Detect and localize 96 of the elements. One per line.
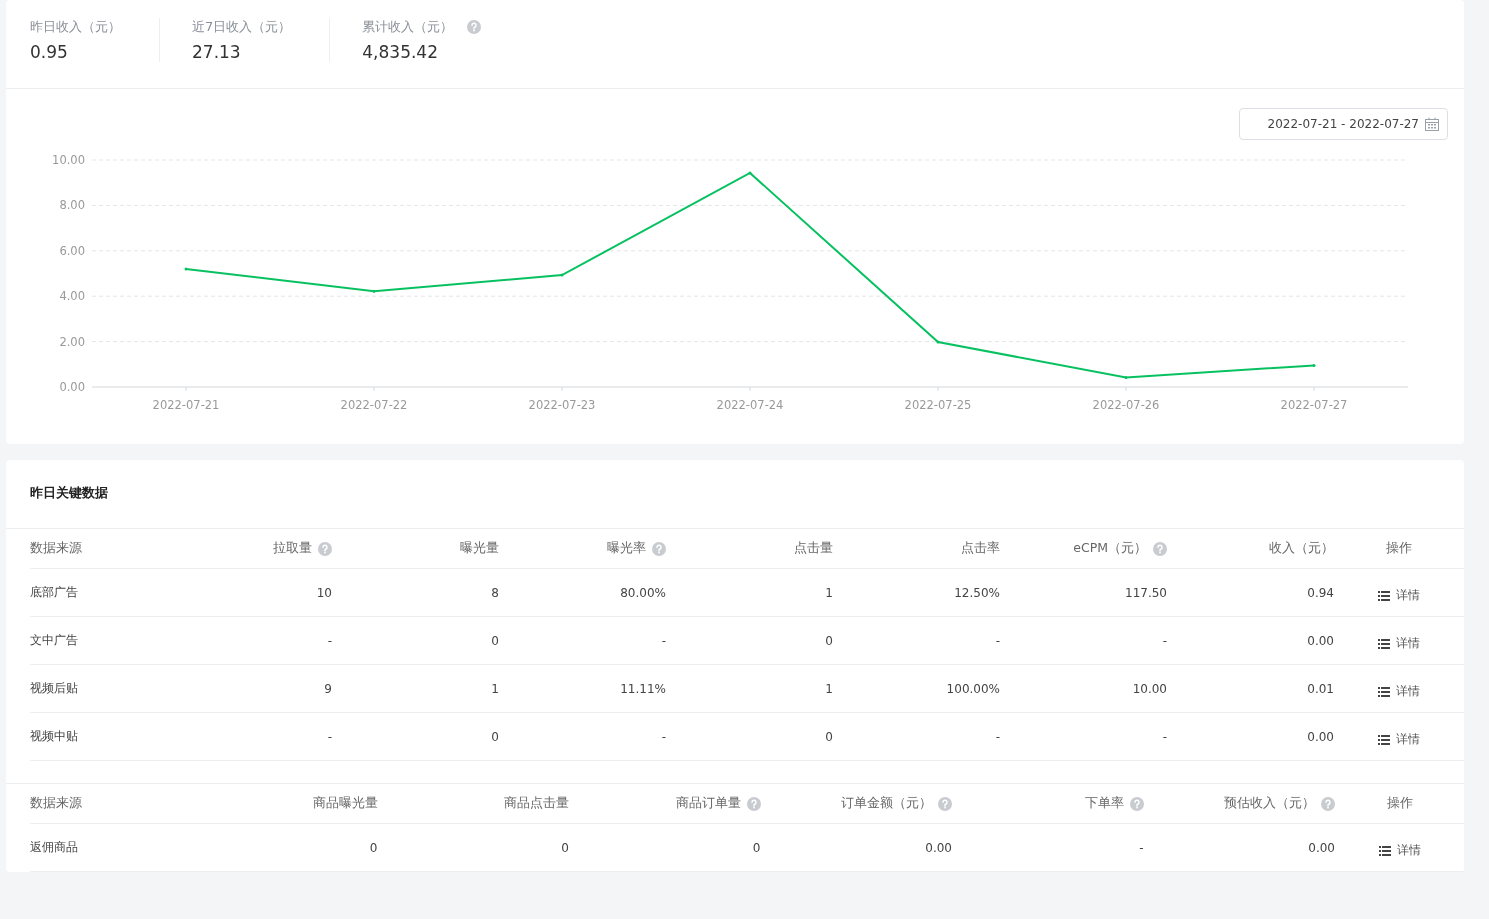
x-tick-label: 2022-07-26 (1092, 398, 1160, 412)
details-link[interactable]: 详情 (1378, 731, 1420, 748)
y-tick-label: 2.00 (59, 334, 85, 349)
header-text: 数据来源 (30, 795, 82, 812)
header-text: eCPM（元） (1073, 540, 1147, 557)
header-text: 曝光率 (607, 540, 646, 557)
list-icon (1378, 734, 1390, 745)
table-cell: 0 (666, 713, 833, 761)
help-icon[interactable] (467, 20, 482, 34)
details-link[interactable]: 详情 (1378, 683, 1420, 700)
stat-label: 累计收入（元） (362, 18, 454, 36)
table-cell: 视频中贴 (30, 713, 165, 761)
help-icon[interactable] (318, 541, 332, 556)
table-cell: 返佣商品 (30, 824, 186, 872)
y-tick-label: 0.00 (59, 380, 85, 394)
help-icon[interactable] (1129, 796, 1144, 811)
table-cell: 0.94 (1167, 569, 1334, 617)
table-cell: 80.00% (499, 569, 666, 617)
header-text: 商品点击量 (504, 795, 569, 812)
stat-label: 近7日收入（元） (192, 18, 292, 36)
header-text: 收入（元） (1269, 540, 1334, 557)
table-cell: - (1000, 617, 1167, 665)
table-cell: - (499, 617, 666, 665)
header-text: 商品曝光量 (312, 795, 378, 812)
x-tick-label: 2022-07-22 (340, 398, 408, 412)
table-cell: - (165, 617, 332, 665)
help-icon[interactable] (938, 796, 952, 811)
header-text: 商品订单量 (675, 795, 741, 812)
header-text: 操作 (1386, 795, 1413, 812)
stat-value: 27.13 (192, 42, 242, 62)
table-cell: 0.00 (1167, 617, 1334, 665)
x-tick-label: 2022-07-21 (152, 398, 220, 412)
header-text: 操作 (1386, 540, 1412, 557)
table-cell: 8 (332, 569, 499, 617)
table-cell: 1 (666, 569, 833, 617)
table-cell: - (499, 713, 666, 761)
table-cell: 0.00 (760, 824, 952, 872)
table-cell: 100.00% (833, 665, 1000, 713)
section-title: 昨日关键数据 (29, 484, 109, 502)
table-cell: 视频后贴 (30, 665, 165, 713)
x-tick-label: 2022-07-25 (904, 398, 972, 412)
header-text: 拉取量 (273, 540, 312, 557)
table-cell: - (833, 617, 1000, 665)
table-cell: 10.00 (1000, 665, 1167, 713)
header-text: 订单金额（元） (841, 795, 932, 812)
table-cell: 0 (332, 617, 499, 665)
table-cell: - (952, 824, 1144, 872)
list-icon (1378, 638, 1390, 649)
table-cell: 0.00 (1167, 713, 1334, 761)
help-icon[interactable] (746, 796, 761, 811)
y-tick-label: 10.00 (52, 153, 85, 167)
x-tick-label: 2022-07-23 (528, 398, 596, 412)
calendar-icon (1425, 117, 1439, 131)
table-cell: - (165, 713, 332, 761)
table-cell: 10 (165, 569, 332, 617)
table-cell: 0.00 (1143, 824, 1335, 872)
table-cell: 9 (165, 665, 332, 713)
table-cell: 文中广告 (30, 617, 165, 665)
x-tick-label: 2022-07-27 (1280, 398, 1348, 412)
details-link[interactable]: 详情 (1378, 635, 1420, 652)
help-icon[interactable] (1153, 541, 1167, 556)
table-cell: 0 (666, 617, 833, 665)
y-tick-label: 6.00 (59, 243, 85, 258)
table-cell: 底部广告 (30, 569, 165, 617)
table-cell: 0.01 (1167, 665, 1334, 713)
table-cell: 0 (569, 824, 761, 872)
table-cell: - (1000, 713, 1167, 761)
details-link[interactable]: 详情 (1378, 587, 1420, 604)
table-cell: 0 (186, 824, 378, 872)
list-icon (1378, 845, 1391, 856)
details-link[interactable]: 详情 (1378, 842, 1421, 859)
header-text: 点击量 (794, 540, 833, 557)
help-icon[interactable] (652, 541, 666, 556)
table-cell: 0 (377, 824, 569, 872)
help-icon[interactable] (1321, 796, 1335, 811)
table-cell: 0 (332, 713, 499, 761)
table-cell: - (833, 713, 1000, 761)
stat-value: 0.95 (30, 42, 69, 62)
header-text: 下单率 (1084, 795, 1124, 812)
x-tick-label: 2022-07-24 (716, 398, 784, 412)
y-tick-label: 4.00 (59, 289, 85, 304)
list-icon (1378, 686, 1390, 697)
list-icon (1378, 590, 1390, 601)
table-cell: 12.50% (833, 569, 1000, 617)
header-text: 预估收入（元） (1224, 795, 1315, 812)
date-range-picker[interactable]: 2022-07-21 - 2022-07-27 (1238, 108, 1448, 140)
y-tick-label: 8.00 (59, 198, 85, 213)
stat-value: 4,835.42 (362, 42, 439, 62)
header-text: 数据来源 (30, 540, 82, 557)
header-text: 点击率 (961, 540, 1000, 557)
header-text: 曝光量 (460, 540, 499, 557)
table-cell: 1 (666, 665, 833, 713)
table-cell: 1 (332, 665, 499, 713)
stat-label: 昨日收入（元） (30, 18, 121, 36)
table-cell: 11.11% (499, 665, 666, 713)
table-cell: 117.50 (1000, 569, 1167, 617)
